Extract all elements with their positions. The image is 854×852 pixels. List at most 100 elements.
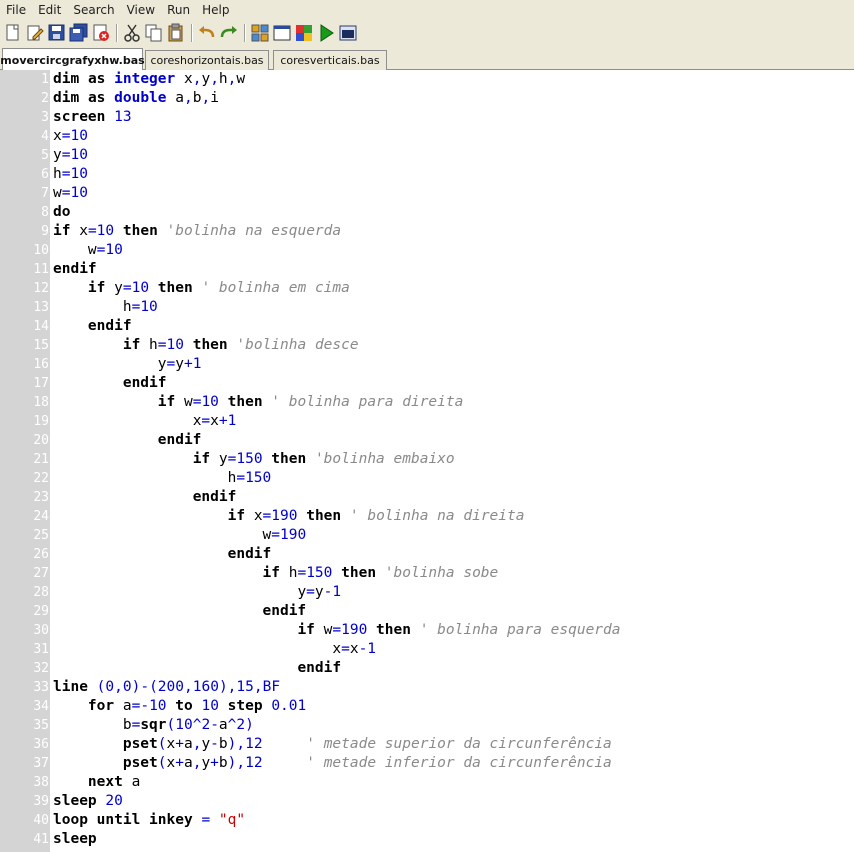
console-button[interactable] (338, 23, 358, 43)
code-line[interactable]: 38 next a (0, 773, 854, 792)
code-line[interactable]: 21 if y=150 then 'bolinha embaixo (0, 450, 854, 469)
code-line[interactable]: 14 endif (0, 317, 854, 336)
code-line[interactable]: 2 dim as double a,b,i (0, 89, 854, 108)
code-line[interactable]: 6 h=10 (0, 165, 854, 184)
code-line[interactable]: 37 pset(x+a,y+b),12 ' metade inferior da… (0, 754, 854, 773)
code-text: endif (262, 603, 307, 619)
code-line[interactable]: 18 if w=10 then ' bolinha para direita (0, 393, 854, 412)
code-text: if y=10 then ' bolinha em cima (87, 280, 350, 296)
code-line[interactable]: 31 x=x-1 (0, 640, 854, 659)
code-line[interactable]: 8 do (0, 203, 854, 222)
code-line[interactable]: 15 if h=10 then 'bolinha desce (0, 336, 854, 355)
copy-button[interactable] (144, 23, 164, 43)
code-line[interactable]: 34 for a=-10 to 10 step 0.01 (0, 697, 854, 716)
code-text: if w=10 then ' bolinha para direita (157, 394, 464, 410)
paste-button[interactable] (166, 23, 186, 43)
cut-icon (124, 24, 140, 42)
line-number: 15 (33, 338, 49, 353)
toolbar (0, 20, 854, 46)
color-palette-button[interactable] (294, 23, 314, 43)
code-line[interactable]: 19 x=x+1 (0, 412, 854, 431)
code-text: screen 13 (53, 109, 132, 125)
code-text: endif (87, 318, 132, 334)
line-number: 41 (33, 832, 49, 847)
line-number: 11 (33, 262, 49, 277)
code-line[interactable]: 29 endif (0, 602, 854, 621)
console-icon (339, 25, 357, 41)
tab-coresverticais-bas[interactable]: coresverticais.bas (273, 50, 387, 70)
code-line[interactable]: 10 w=10 (0, 241, 854, 260)
code-line[interactable]: 39 sleep 20 (0, 792, 854, 811)
code-text: next a (87, 774, 141, 790)
tab-coreshorizontais-bas[interactable]: coreshorizontais.bas (145, 50, 269, 70)
code-line[interactable]: 13 h=10 (0, 298, 854, 317)
code-line[interactable]: 40 loop until inkey = "q" (0, 811, 854, 830)
code-line[interactable]: 12 if y=10 then ' bolinha em cima (0, 279, 854, 298)
code-line[interactable]: 26 endif (0, 545, 854, 564)
window-button[interactable] (272, 23, 292, 43)
code-line[interactable]: 27 if h=150 then 'bolinha sobe (0, 564, 854, 583)
code-line[interactable]: 22 h=150 (0, 469, 854, 488)
code-text: x=10 (53, 128, 88, 144)
code-line[interactable]: 33 line (0,0)-(200,160),15,BF (0, 678, 854, 697)
code-text: endif (53, 261, 97, 277)
save-button[interactable] (47, 23, 67, 43)
line-number: 8 (41, 205, 49, 220)
menu-run[interactable]: Run (161, 0, 196, 20)
code-line[interactable]: 24 if x=190 then ' bolinha na direita (0, 507, 854, 526)
line-number: 19 (33, 414, 49, 429)
code-line[interactable]: 25 w=190 (0, 526, 854, 545)
code-text: endif (122, 375, 167, 391)
code-line[interactable]: 3 screen 13 (0, 108, 854, 127)
save-all-button[interactable] (69, 23, 89, 43)
compile-button[interactable] (250, 23, 270, 43)
code-line[interactable]: 5 y=10 (0, 146, 854, 165)
menu-help[interactable]: Help (196, 0, 235, 20)
new-file-button[interactable] (3, 23, 23, 43)
code-line[interactable]: 36 pset(x+a,y-b),12 ' metade superior da… (0, 735, 854, 754)
code-line[interactable]: 17 endif (0, 374, 854, 393)
cut-button[interactable] (122, 23, 142, 43)
menu-view[interactable]: View (121, 0, 161, 20)
code-editor[interactable]: 1 dim as integer x,y,h,w 2 dim as double a,… (0, 70, 854, 852)
close-file-icon (93, 24, 109, 41)
code-area[interactable]: 1 dim as integer x,y,h,w 2 dim as double a,… (0, 70, 854, 849)
code-line[interactable]: 1 dim as integer x,y,h,w (0, 70, 854, 89)
code-text: loop until inkey = "q" (53, 812, 246, 828)
code-line[interactable]: 11 endif (0, 260, 854, 279)
line-number: 36 (33, 737, 49, 752)
code-line[interactable]: 20 endif (0, 431, 854, 450)
line-number: 37 (33, 756, 49, 771)
run-icon (320, 24, 334, 42)
code-line[interactable]: 7 w=10 (0, 184, 854, 203)
tab-movercircgrafyxhw-bas[interactable]: movercircgrafyxhw.bas (0, 48, 145, 71)
menu-edit[interactable]: Edit (32, 0, 67, 20)
close-file-button[interactable] (91, 23, 111, 43)
line-number: 2 (41, 91, 49, 106)
menu-bar: File Edit Search View Run Help (0, 0, 854, 20)
code-line[interactable]: 30 if w=190 then ' bolinha para esquerda (0, 621, 854, 640)
code-line[interactable]: 16 y=y+1 (0, 355, 854, 374)
line-number: 39 (33, 794, 49, 809)
code-text: endif (227, 546, 272, 562)
undo-button[interactable] (197, 23, 217, 43)
window-icon (273, 25, 291, 41)
code-line[interactable]: 32 endif (0, 659, 854, 678)
line-number: 40 (33, 813, 49, 828)
menu-file[interactable]: File (0, 0, 32, 20)
code-text: x=x+1 (192, 413, 237, 429)
code-text: if w=190 then ' bolinha para esquerda (297, 622, 621, 638)
run-button[interactable] (316, 23, 336, 43)
code-line[interactable]: 23 endif (0, 488, 854, 507)
edit-file-button[interactable] (25, 23, 45, 43)
menu-search[interactable]: Search (67, 0, 120, 20)
code-line[interactable]: 9 if x=10 then 'bolinha na esquerda (0, 222, 854, 241)
line-number: 28 (33, 585, 49, 600)
redo-button[interactable] (219, 23, 239, 43)
edit-file-icon (27, 25, 44, 41)
code-line[interactable]: 4 x=10 (0, 127, 854, 146)
code-line[interactable]: 28 y=y-1 (0, 583, 854, 602)
line-number: 32 (33, 661, 49, 676)
code-line[interactable]: 41 sleep (0, 830, 854, 849)
code-line[interactable]: 35 b=sqr(10^2-a^2) (0, 716, 854, 735)
